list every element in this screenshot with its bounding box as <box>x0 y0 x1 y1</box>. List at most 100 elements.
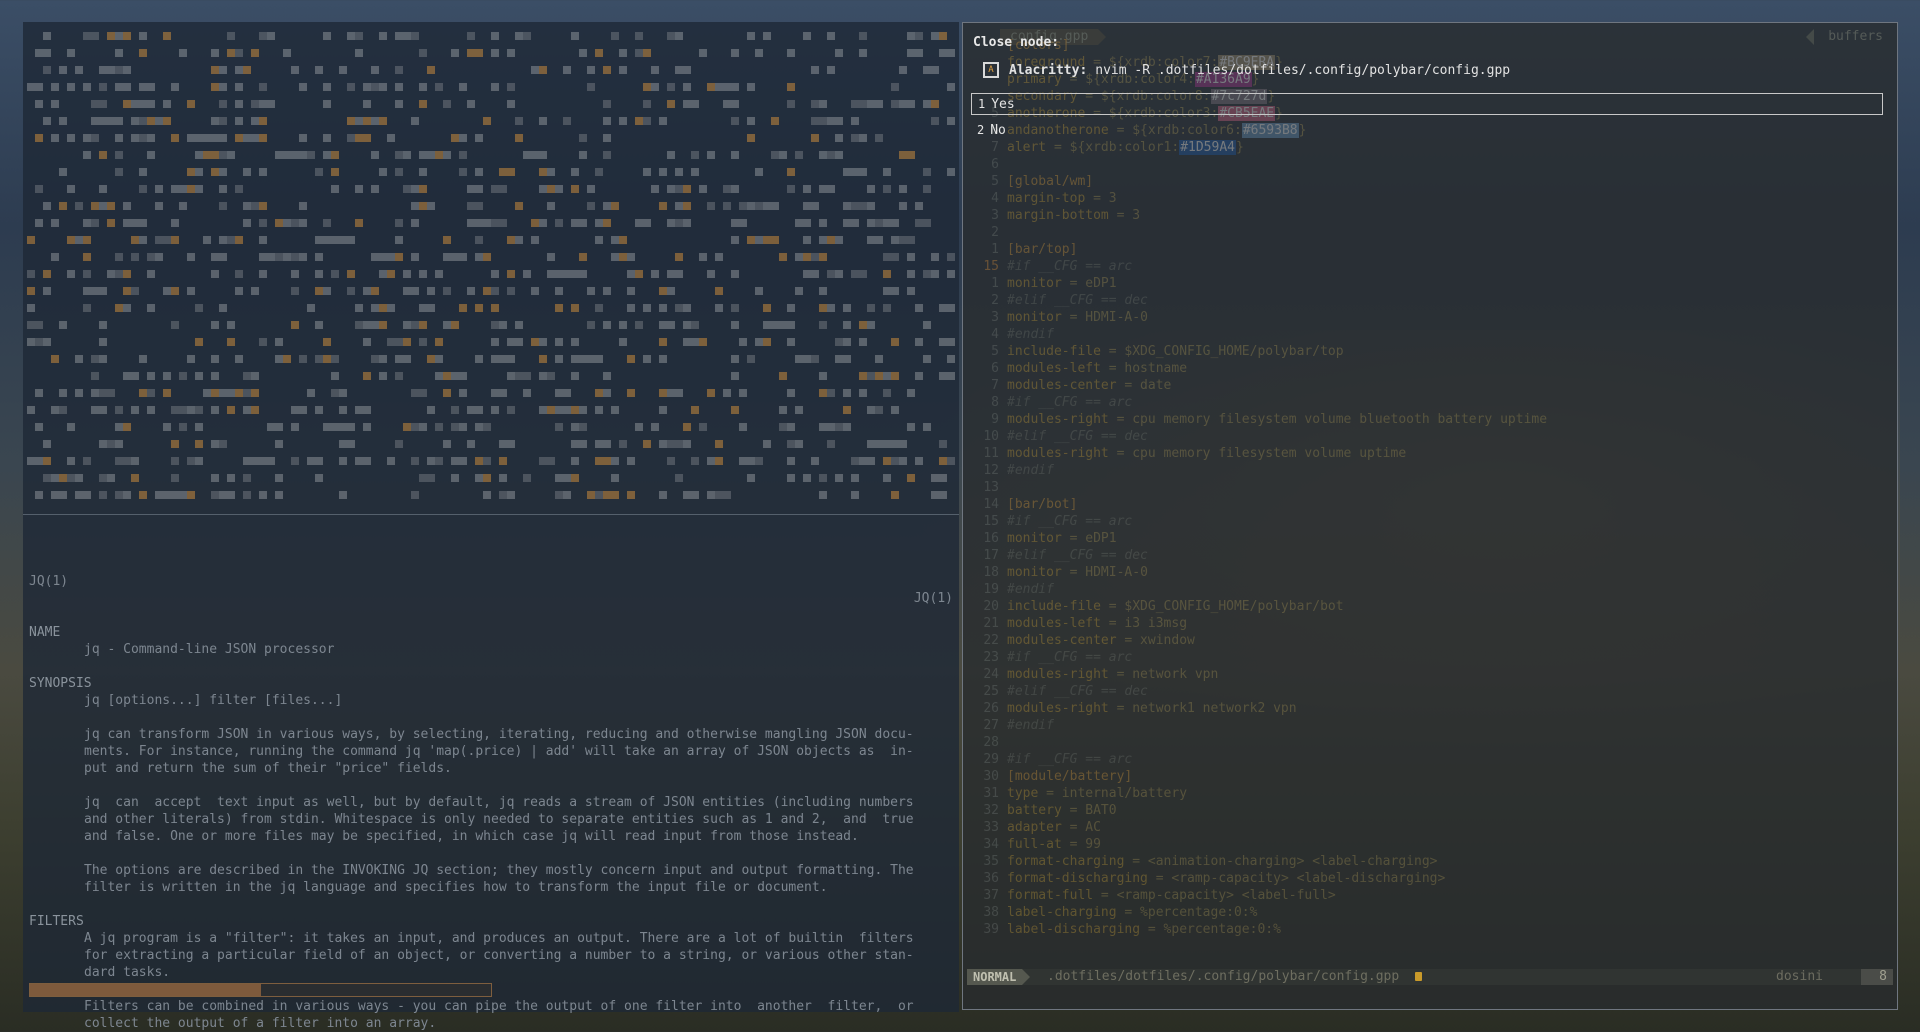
code-line[interactable]: 24 modules-right = network vpn <box>977 666 1877 683</box>
art-block <box>595 355 603 363</box>
art-block <box>715 457 723 465</box>
art-block <box>243 202 251 210</box>
art-block <box>235 134 243 142</box>
art-block <box>819 117 827 125</box>
art-block <box>43 474 51 482</box>
code-line[interactable]: 38 label-charging = %percentage:0:% <box>977 904 1877 921</box>
code-line[interactable]: [colors] <box>977 37 1877 54</box>
art-block <box>763 32 771 40</box>
code-line[interactable]: 16 monitor = eDP1 <box>977 530 1877 547</box>
art-block <box>883 372 891 380</box>
art-block <box>67 270 75 278</box>
code-line[interactable]: 3 monitor = HDMI-A-0 <box>977 309 1877 326</box>
code-line[interactable]: 20 include-file = $XDG_CONFIG_HOME/polyba… <box>977 598 1877 615</box>
code-line[interactable]: 18 monitor = HDMI-A-0 <box>977 564 1877 581</box>
code-line[interactable]: 11 modules-right = cpu memory filesystem … <box>977 445 1877 462</box>
art-block <box>667 185 675 193</box>
art-block <box>595 304 603 312</box>
art-block <box>155 202 163 210</box>
code-line[interactable]: 6 <box>977 156 1877 173</box>
art-block <box>643 304 651 312</box>
art-block <box>675 202 683 210</box>
art-block <box>819 100 827 108</box>
option-yes[interactable]: 1 Yes <box>971 93 1883 115</box>
code-line[interactable]: 9 modules-right = cpu memory filesystem v… <box>977 411 1877 428</box>
code-line[interactable]: 15 #if __CFG == arc <box>977 258 1877 275</box>
art-block <box>739 389 747 397</box>
code-line[interactable]: 28 <box>977 734 1877 751</box>
left-terminal-pane[interactable]: JQ(1) JQ(1) NAME jq - Command-line JSON p… <box>23 22 959 1031</box>
code-line[interactable]: 8 #if __CFG == arc <box>977 394 1877 411</box>
code-line[interactable]: 10 #elif __CFG == dec <box>977 428 1877 445</box>
art-block <box>43 457 51 465</box>
code-line[interactable]: 6 andanotherone = ${xrdb:color6:#6593B8} <box>977 122 1877 139</box>
art-block <box>875 100 883 108</box>
art-block <box>667 32 675 40</box>
art-block <box>475 423 483 431</box>
code-text: #if __CFG == arc <box>1007 752 1133 767</box>
code-line[interactable]: 2 <box>977 224 1877 241</box>
code-line[interactable]: 31 type = internal/battery <box>977 785 1877 802</box>
code-line[interactable]: 12 #endif <box>977 462 1877 479</box>
art-block <box>75 491 83 499</box>
code-line[interactable]: 5 [global/wm] <box>977 173 1877 190</box>
code-view[interactable]: [colors] foreground = ${xrdb:color7:#BC9E… <box>977 37 1877 938</box>
code-line[interactable]: 22 modules-center = xwindow <box>977 632 1877 649</box>
art-block <box>491 219 499 227</box>
art-block <box>59 406 67 414</box>
art-block <box>299 406 307 414</box>
code-line[interactable]: 27 #endif <box>977 717 1877 734</box>
code-line[interactable]: 2 #elif __CFG == dec <box>977 292 1877 309</box>
code-line[interactable]: 7 alert = ${xrdb:color1:#1D59A4} <box>977 139 1877 156</box>
art-block <box>891 253 899 261</box>
code-line[interactable]: 33 adapter = AC <box>977 819 1877 836</box>
art-block <box>595 168 603 176</box>
art-block <box>747 355 755 363</box>
art-block <box>283 253 291 261</box>
code-line[interactable]: 4 margin-top = 3 <box>977 190 1877 207</box>
art-block <box>83 270 91 278</box>
code-line[interactable]: 6 modules-left = hostname <box>977 360 1877 377</box>
code-line[interactable]: 5 include-file = $XDG_CONFIG_HOME/polybar… <box>977 343 1877 360</box>
code-line[interactable]: 36 format-discharging = <ramp-capacity> <… <box>977 870 1877 887</box>
right-editor-pane[interactable]: config.gpp buffers [colors] foreground = … <box>962 22 1898 1010</box>
code-line[interactable]: 30 [module/battery] <box>977 768 1877 785</box>
code-line[interactable]: 21 modules-left = i3 i3msg <box>977 615 1877 632</box>
art-block <box>683 304 691 312</box>
code-line[interactable]: 15 #if __CFG == arc <box>977 513 1877 530</box>
option-no[interactable]: 2 No <box>971 120 1006 142</box>
art-block <box>571 423 579 431</box>
code-line[interactable]: 26 modules-right = network1 network2 vpn <box>977 700 1877 717</box>
code-line[interactable]: 34 full-at = 99 <box>977 836 1877 853</box>
code-line[interactable]: 19 #endif <box>977 581 1877 598</box>
art-block <box>603 321 611 329</box>
art-block <box>731 406 739 414</box>
line-number: 4 <box>991 327 999 342</box>
art-block <box>907 287 915 295</box>
code-line[interactable]: 7 modules-center = date <box>977 377 1877 394</box>
code-line[interactable]: 29 #if __CFG == arc <box>977 751 1877 768</box>
art-block <box>371 66 379 74</box>
code-line[interactable]: 4 #endif <box>977 326 1877 343</box>
art-block <box>211 117 219 125</box>
art-block <box>419 151 427 159</box>
code-line[interactable]: 37 format-full = <ramp-capacity> <label-f… <box>977 887 1877 904</box>
code-line[interactable]: 23 #if __CFG == arc <box>977 649 1877 666</box>
code-line[interactable]: 17 #elif __CFG == dec <box>977 547 1877 564</box>
art-block <box>907 100 915 108</box>
man-blank-line <box>29 777 953 794</box>
code-line[interactable]: 3 margin-bottom = 3 <box>977 207 1877 224</box>
art-block <box>675 253 683 261</box>
code-line[interactable]: 1 monitor = eDP1 <box>977 275 1877 292</box>
code-line[interactable]: 14 [bar/bot] <box>977 496 1877 513</box>
dialog-app-command: nvim -R .dotfiles/dotfiles/.config/polyb… <box>1095 62 1511 78</box>
code-line[interactable]: 13 <box>977 479 1877 496</box>
art-block <box>75 236 83 244</box>
code-line[interactable]: 39 label-discharging = %percentage:0:% <box>977 921 1877 938</box>
code-line[interactable]: 25 #elif __CFG == dec <box>977 683 1877 700</box>
code-line[interactable]: 1 [bar/top] <box>977 241 1877 258</box>
code-line[interactable]: 35 format-charging = <animation-charging>… <box>977 853 1877 870</box>
art-block <box>427 406 435 414</box>
art-block <box>395 83 403 91</box>
code-line[interactable]: 32 battery = BAT0 <box>977 802 1877 819</box>
